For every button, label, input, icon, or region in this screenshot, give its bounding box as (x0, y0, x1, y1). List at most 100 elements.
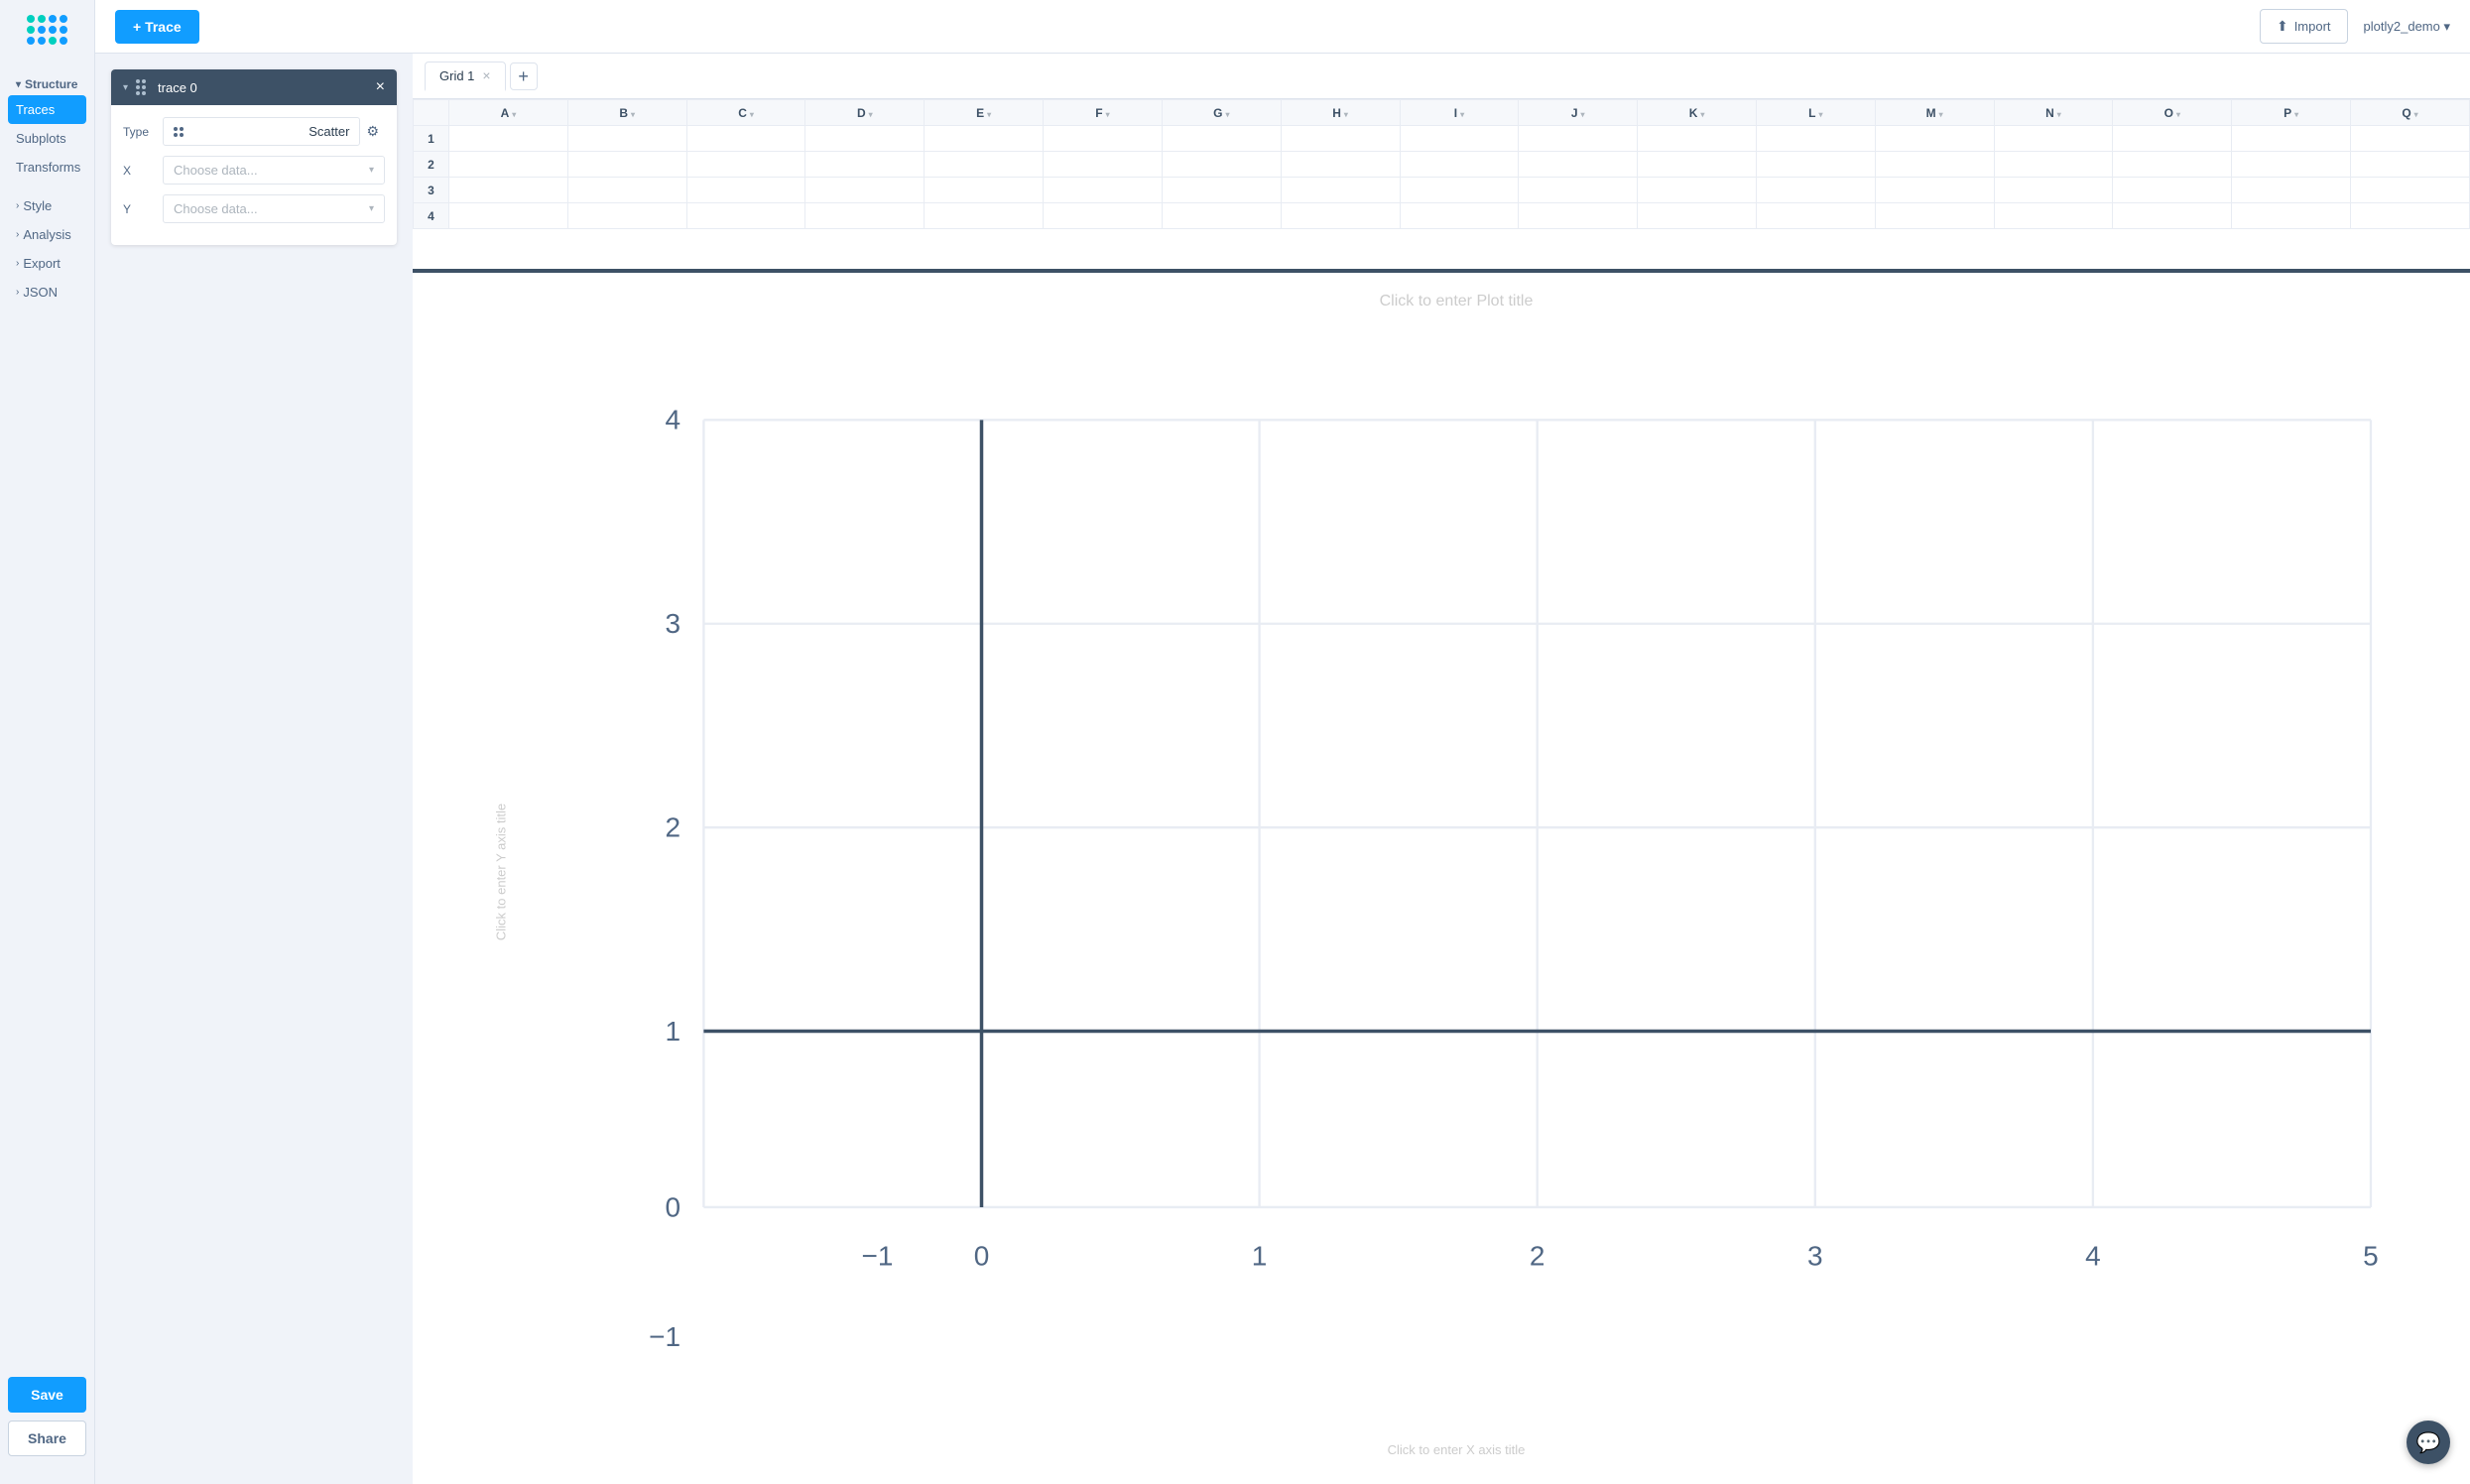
cell-Q3[interactable] (2351, 178, 2470, 203)
grid-tab-1[interactable]: Grid 1 × (425, 62, 506, 91)
col-header-G[interactable]: G▾ (1162, 100, 1281, 126)
cell-L1[interactable] (1756, 126, 1875, 152)
col-header-O[interactable]: O▾ (2113, 100, 2232, 126)
cell-I2[interactable] (1400, 152, 1519, 178)
sidebar-item-transforms[interactable]: Transforms (8, 153, 86, 182)
col-header-F[interactable]: F▾ (1044, 100, 1163, 126)
type-input[interactable]: Scatter (163, 117, 360, 146)
trace-close-button[interactable]: × (376, 79, 385, 95)
cell-I3[interactable] (1400, 178, 1519, 203)
cell-A3[interactable] (449, 178, 568, 203)
cell-J3[interactable] (1519, 178, 1638, 203)
cell-I1[interactable] (1400, 126, 1519, 152)
cell-B1[interactable] (567, 126, 686, 152)
structure-label[interactable]: ▾ Structure (8, 69, 86, 95)
sidebar-item-traces[interactable]: Traces (8, 95, 86, 124)
cell-G4[interactable] (1162, 203, 1281, 229)
cell-C1[interactable] (686, 126, 805, 152)
cell-H2[interactable] (1281, 152, 1400, 178)
sidebar-item-style[interactable]: › Style (8, 191, 86, 220)
cell-G2[interactable] (1162, 152, 1281, 178)
cell-G3[interactable] (1162, 178, 1281, 203)
cell-E3[interactable] (925, 178, 1044, 203)
cell-G1[interactable] (1162, 126, 1281, 152)
cell-F1[interactable] (1044, 126, 1163, 152)
col-header-J[interactable]: J▾ (1519, 100, 1638, 126)
col-header-N[interactable]: N▾ (1994, 100, 2113, 126)
cell-Q2[interactable] (2351, 152, 2470, 178)
cell-F4[interactable] (1044, 203, 1163, 229)
col-header-B[interactable]: B▾ (567, 100, 686, 126)
col-header-L[interactable]: L▾ (1756, 100, 1875, 126)
cell-H1[interactable] (1281, 126, 1400, 152)
cell-I4[interactable] (1400, 203, 1519, 229)
cell-E2[interactable] (925, 152, 1044, 178)
save-button[interactable]: Save (8, 1377, 86, 1413)
cell-H4[interactable] (1281, 203, 1400, 229)
col-header-M[interactable]: M▾ (1875, 100, 1994, 126)
plot-title[interactable]: Click to enter Plot title (472, 293, 2440, 310)
cell-M3[interactable] (1875, 178, 1994, 203)
y-axis-title[interactable]: Click to enter Y axis title (494, 803, 509, 939)
cell-B4[interactable] (567, 203, 686, 229)
cell-F2[interactable] (1044, 152, 1163, 178)
col-header-Q[interactable]: Q▾ (2351, 100, 2470, 126)
cell-F3[interactable] (1044, 178, 1163, 203)
cell-M1[interactable] (1875, 126, 1994, 152)
cell-N2[interactable] (1994, 152, 2113, 178)
cell-K3[interactable] (1638, 178, 1757, 203)
cell-C3[interactable] (686, 178, 805, 203)
cell-C2[interactable] (686, 152, 805, 178)
cell-M4[interactable] (1875, 203, 1994, 229)
y-input[interactable]: Choose data... ▾ (163, 194, 385, 223)
spreadsheet[interactable]: A▾B▾C▾D▾E▾F▾G▾H▾I▾J▾K▾L▾M▾N▾O▾P▾Q▾ 1234 (413, 99, 2470, 273)
add-trace-button[interactable]: + Trace (115, 10, 199, 44)
cell-A1[interactable] (449, 126, 568, 152)
tab-close-button[interactable]: × (482, 68, 490, 82)
cell-O3[interactable] (2113, 178, 2232, 203)
col-header-D[interactable]: D▾ (805, 100, 925, 126)
col-header-C[interactable]: C▾ (686, 100, 805, 126)
cell-Q1[interactable] (2351, 126, 2470, 152)
col-header-I[interactable]: I▾ (1400, 100, 1519, 126)
cell-E4[interactable] (925, 203, 1044, 229)
x-axis-title[interactable]: Click to enter X axis title (1388, 1442, 1526, 1457)
col-header-H[interactable]: H▾ (1281, 100, 1400, 126)
cell-Q4[interactable] (2351, 203, 2470, 229)
cell-A4[interactable] (449, 203, 568, 229)
cell-K2[interactable] (1638, 152, 1757, 178)
type-gear-button[interactable]: ⚙ (360, 123, 385, 140)
cell-J4[interactable] (1519, 203, 1638, 229)
cell-B2[interactable] (567, 152, 686, 178)
cell-B3[interactable] (567, 178, 686, 203)
cell-P2[interactable] (2232, 152, 2351, 178)
cell-D1[interactable] (805, 126, 925, 152)
cell-P1[interactable] (2232, 126, 2351, 152)
cell-J1[interactable] (1519, 126, 1638, 152)
chat-bubble[interactable]: 💬 (2407, 1421, 2450, 1464)
cell-D3[interactable] (805, 178, 925, 203)
cell-P4[interactable] (2232, 203, 2351, 229)
cell-O1[interactable] (2113, 126, 2232, 152)
cell-N1[interactable] (1994, 126, 2113, 152)
share-button[interactable]: Share (8, 1421, 86, 1456)
cell-J2[interactable] (1519, 152, 1638, 178)
cell-K1[interactable] (1638, 126, 1757, 152)
cell-O2[interactable] (2113, 152, 2232, 178)
cell-N4[interactable] (1994, 203, 2113, 229)
cell-L3[interactable] (1756, 178, 1875, 203)
cell-A2[interactable] (449, 152, 568, 178)
sidebar-item-analysis[interactable]: › Analysis (8, 220, 86, 249)
cell-L4[interactable] (1756, 203, 1875, 229)
cell-D2[interactable] (805, 152, 925, 178)
x-input[interactable]: Choose data... ▾ (163, 156, 385, 185)
cell-D4[interactable] (805, 203, 925, 229)
add-tab-button[interactable]: + (510, 62, 538, 90)
cell-M2[interactable] (1875, 152, 1994, 178)
col-header-P[interactable]: P▾ (2232, 100, 2351, 126)
cell-O4[interactable] (2113, 203, 2232, 229)
cell-C4[interactable] (686, 203, 805, 229)
cell-K4[interactable] (1638, 203, 1757, 229)
col-header-A[interactable]: A▾ (449, 100, 568, 126)
user-menu[interactable]: plotly2_demo ▾ (2364, 19, 2450, 35)
